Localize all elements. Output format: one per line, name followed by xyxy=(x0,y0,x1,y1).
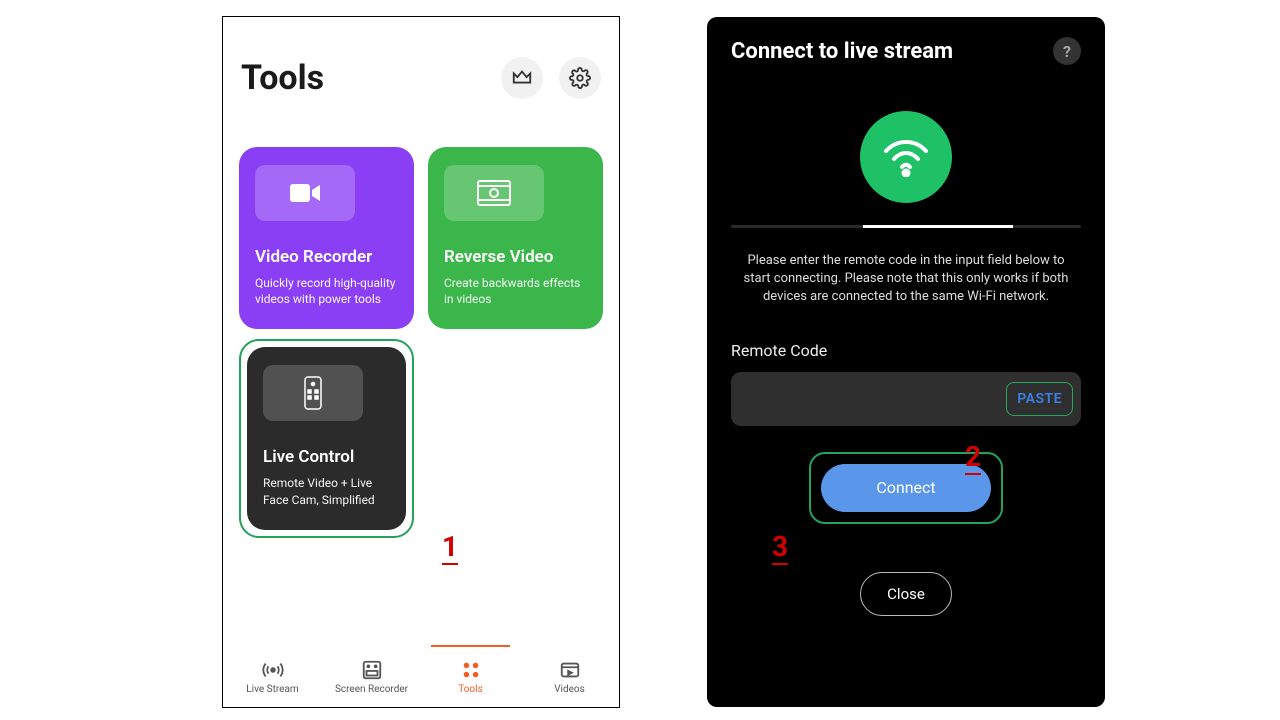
nav-live-stream[interactable]: Live Stream xyxy=(223,647,322,707)
nav-label: Screen Recorder xyxy=(335,684,408,695)
progress-track xyxy=(731,225,1081,228)
card-reverse-video[interactable]: Reverse Video Create backwards effects i… xyxy=(428,147,603,329)
filmstrip-icon xyxy=(444,165,544,221)
broadcast-icon xyxy=(262,659,284,681)
remote-icon xyxy=(263,365,363,421)
progress-segment xyxy=(863,225,1013,228)
premium-button[interactable] xyxy=(501,57,543,99)
video-library-icon xyxy=(559,659,581,681)
video-icon xyxy=(255,165,355,221)
bottom-nav: Live Stream Screen Recorder Tools Videos xyxy=(223,647,619,707)
nav-label: Videos xyxy=(554,684,585,695)
nav-screen-recorder[interactable]: Screen Recorder xyxy=(322,647,421,707)
nav-tools[interactable]: Tools xyxy=(421,647,520,707)
wifi-icon xyxy=(882,137,930,177)
card-desc: Remote Video + Live Face Cam, Simplified xyxy=(263,475,390,507)
page-title: Tools xyxy=(241,58,324,98)
card-desc: Quickly record high-quality videos with … xyxy=(255,275,398,307)
card-video-recorder[interactable]: Video Recorder Quickly record high-quali… xyxy=(239,147,414,329)
tools-header: Tools xyxy=(239,33,603,107)
nav-videos[interactable]: Videos xyxy=(520,647,619,707)
instructions-text: Please enter the remote code in the inpu… xyxy=(731,252,1081,307)
close-button[interactable]: Close xyxy=(860,572,952,616)
paste-button[interactable]: PASTE xyxy=(1006,382,1073,416)
card-title: Live Control xyxy=(263,447,390,467)
tools-screen: Tools Video Recorder Quickly record high… xyxy=(222,16,620,708)
remote-code-label: Remote Code xyxy=(731,341,1081,360)
nav-label: Live Stream xyxy=(246,684,298,695)
dialog-title: Connect to live stream xyxy=(731,39,953,64)
crown-icon xyxy=(511,67,533,89)
help-button[interactable]: ? xyxy=(1053,37,1081,65)
connect-screen: Connect to live stream ? Please enter th… xyxy=(707,17,1105,707)
gear-icon xyxy=(569,67,591,89)
card-title: Video Recorder xyxy=(255,247,398,267)
settings-button[interactable] xyxy=(559,57,601,99)
grid-icon xyxy=(460,659,482,681)
card-live-control-highlight: Live Control Remote Video + Live Face Ca… xyxy=(239,339,414,537)
card-live-control[interactable]: Live Control Remote Video + Live Face Ca… xyxy=(247,347,406,529)
annotation-2: 2 xyxy=(965,440,981,475)
card-title: Reverse Video xyxy=(444,247,587,267)
nav-label: Tools xyxy=(458,684,482,695)
annotation-1: 1 xyxy=(442,530,458,565)
remote-code-row: PASTE xyxy=(731,372,1081,426)
card-desc: Create backwards effects in videos xyxy=(444,275,587,307)
recorder-icon xyxy=(361,659,383,681)
annotation-3: 3 xyxy=(772,530,788,565)
wifi-status-icon xyxy=(860,111,952,203)
remote-code-input[interactable] xyxy=(745,390,1006,408)
